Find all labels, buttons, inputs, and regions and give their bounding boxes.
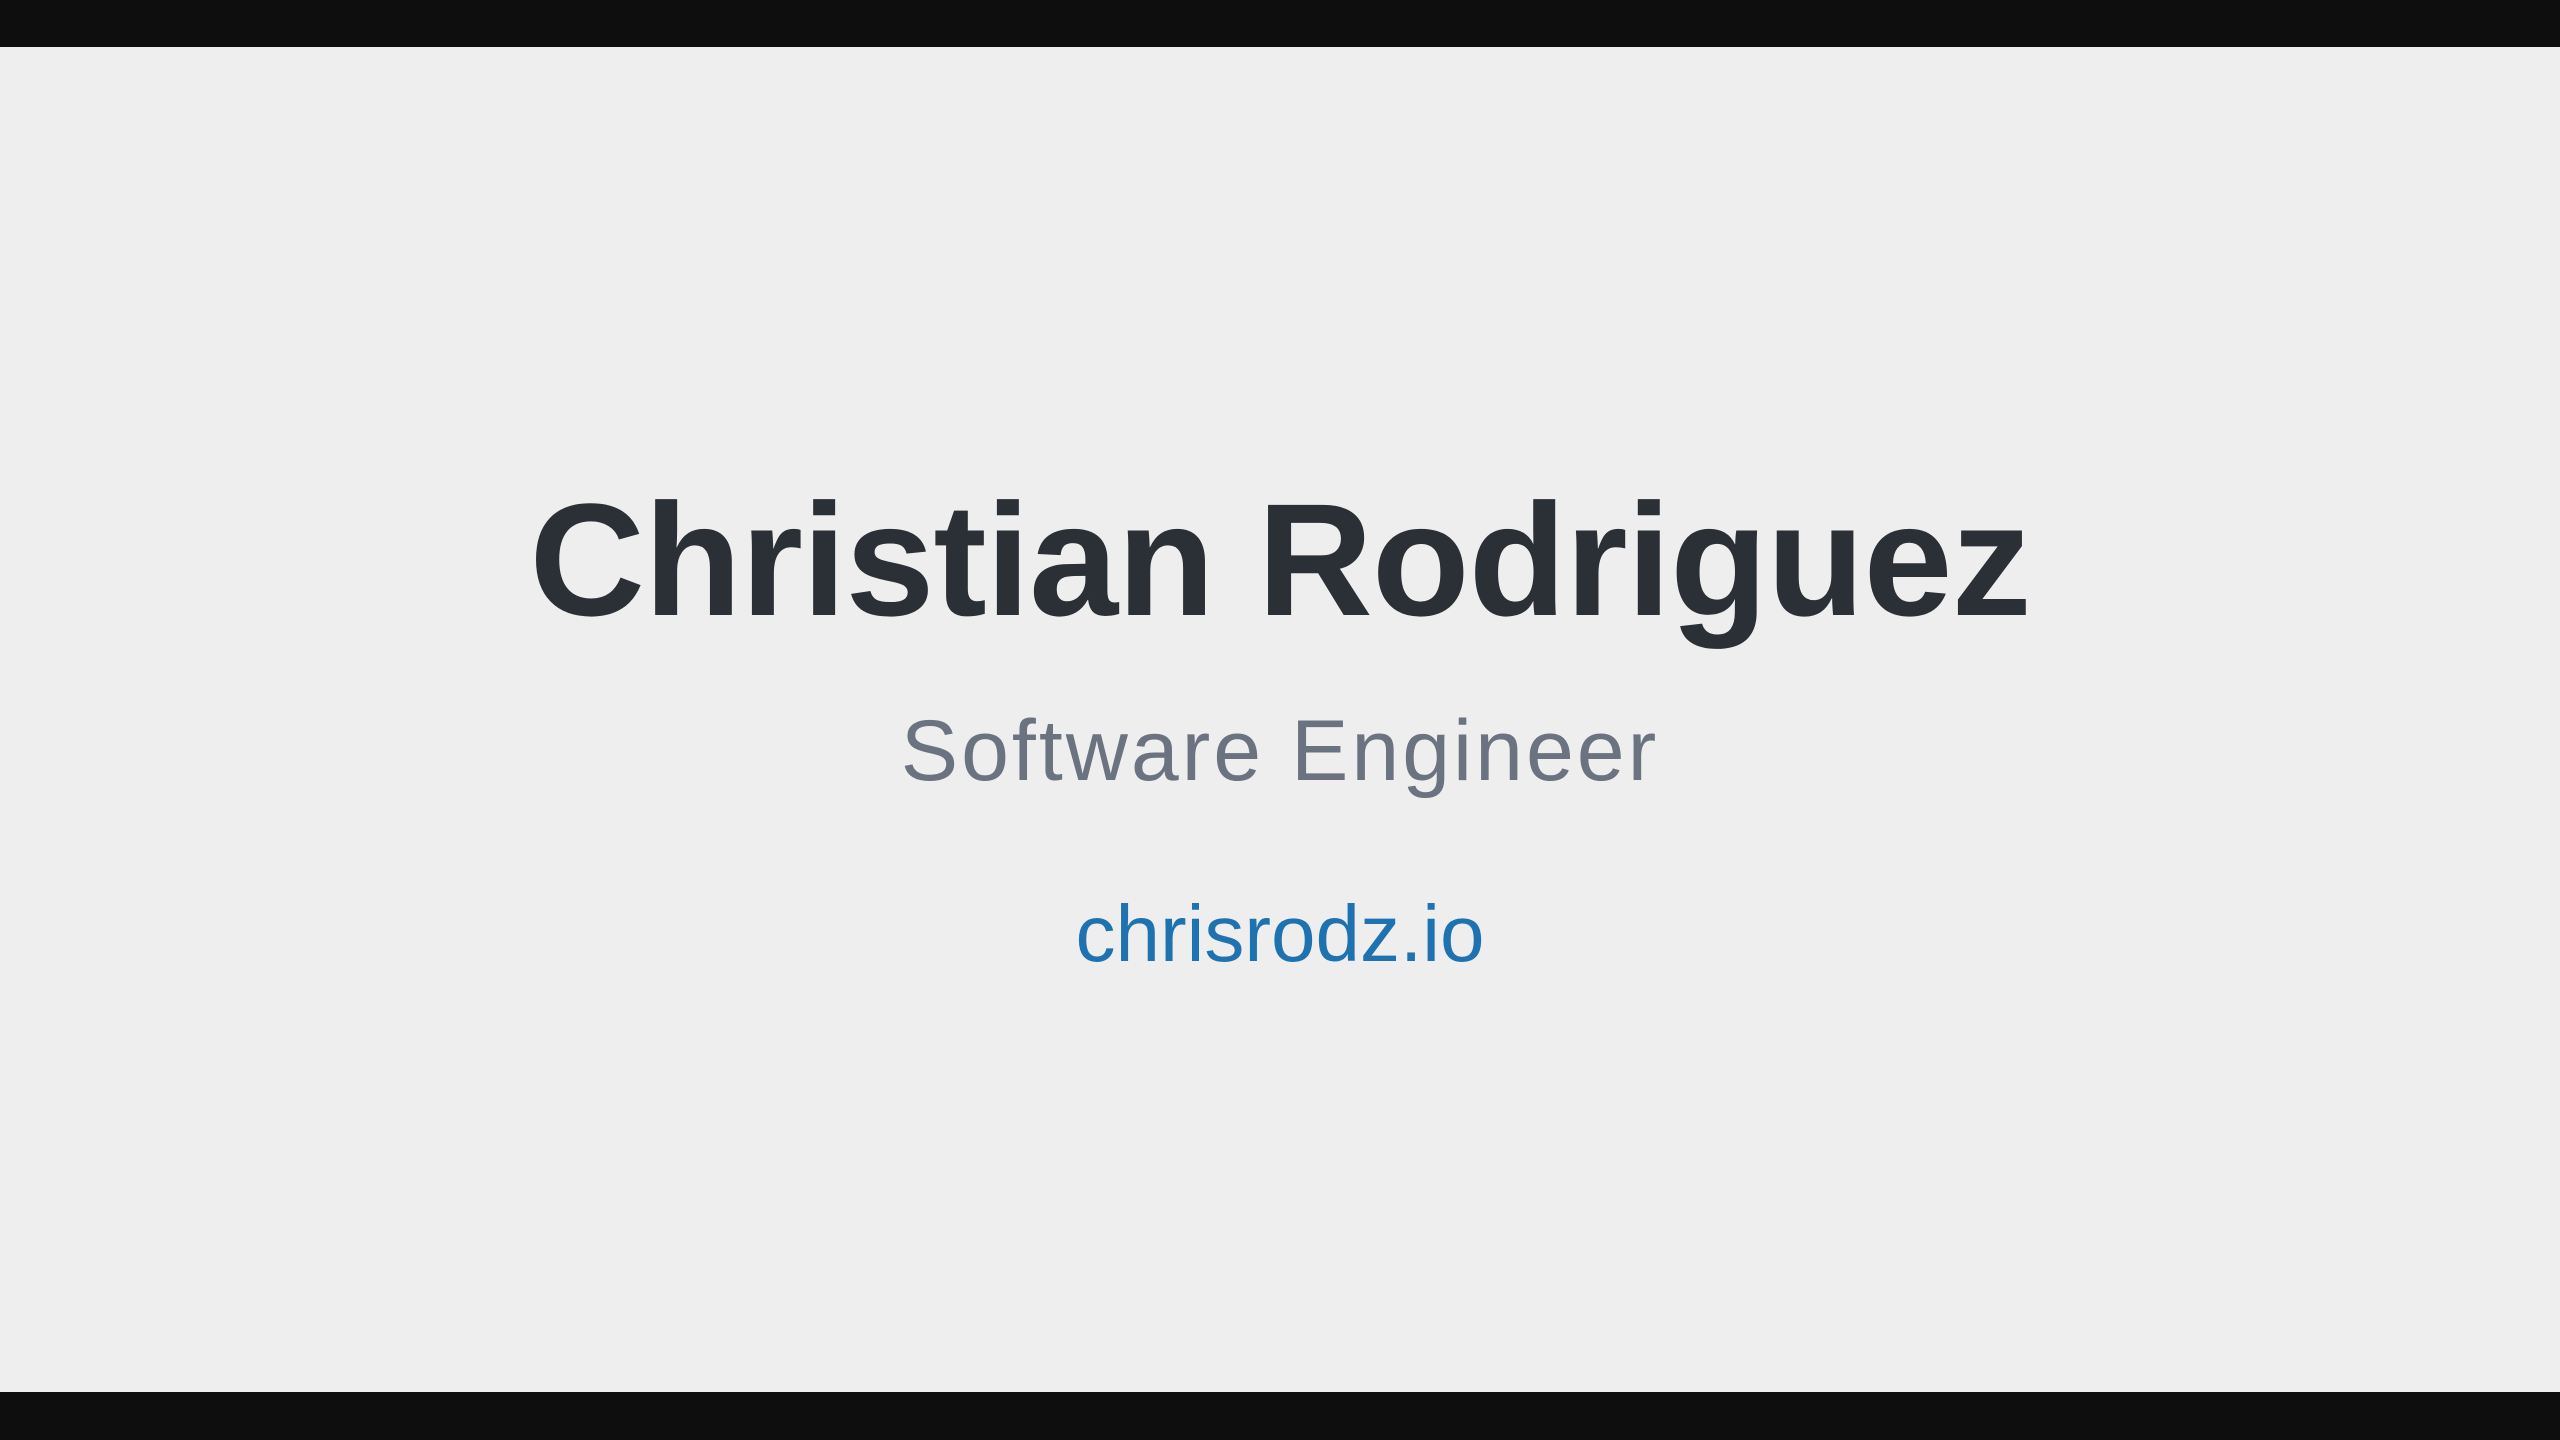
website-link-container: chrisrodz.io [0,886,2560,982]
video-frame: Christian Rodriguez Software Engineer ch… [0,0,2560,1440]
letterbox-bottom [0,1392,2560,1440]
profile-name: Christian Rodriguez [529,470,2031,649]
letterbox-top [0,0,2560,47]
title-card: Christian Rodriguez Software Engineer ch… [0,47,2560,1392]
profile-role: Software Engineer [900,703,1660,799]
website-link[interactable]: chrisrodz.io [1075,889,1484,978]
